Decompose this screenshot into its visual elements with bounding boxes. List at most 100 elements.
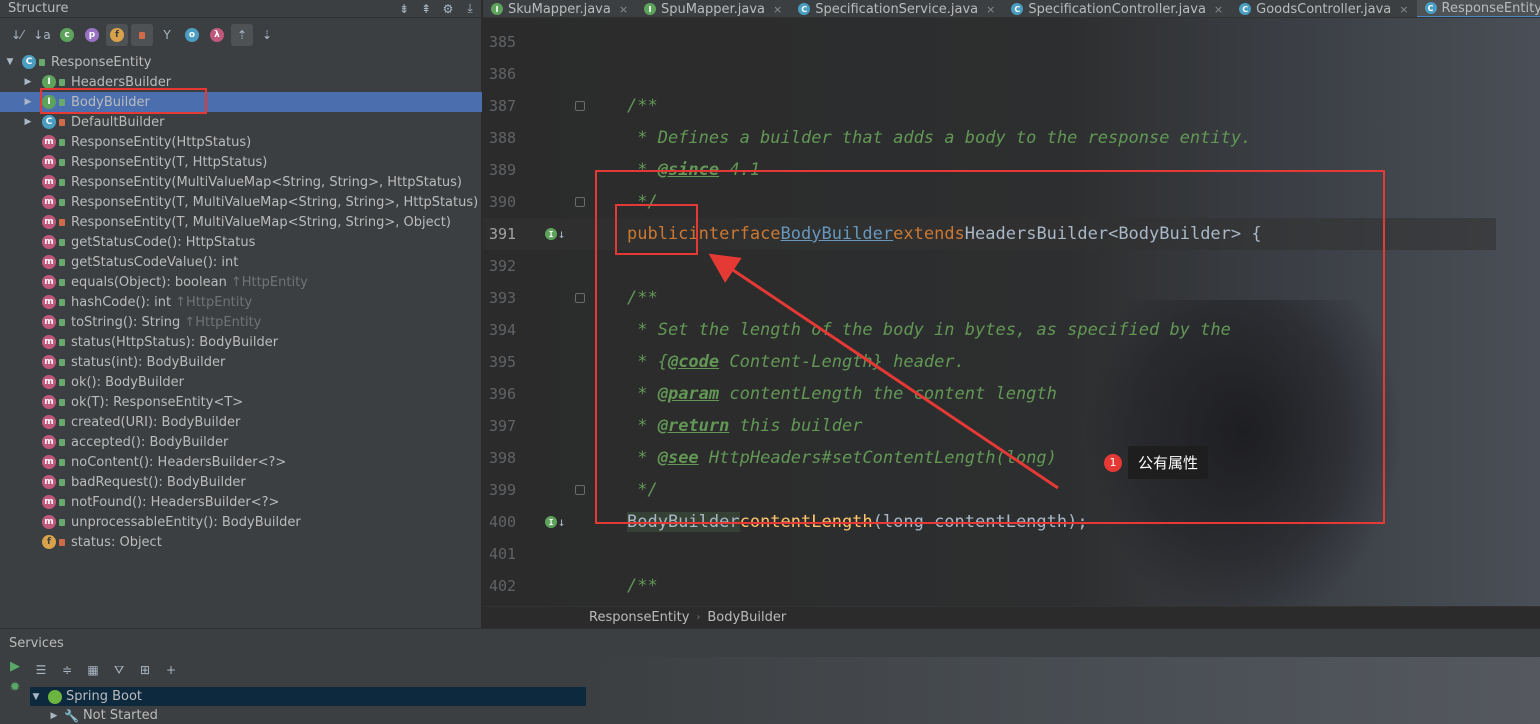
tree-item[interactable]: ▶ I HeadersBuilder [0,72,482,92]
show-non-public-icon[interactable] [131,24,153,46]
tree-item[interactable]: f status: Object [0,532,482,552]
public-icon [59,518,65,526]
group-by-icon[interactable]: ▦ [82,659,104,681]
code-line-400: BodyBuilder contentLength (long contentLe… [627,506,1527,538]
collapse-arrow-icon[interactable]: ▶ [22,117,34,127]
line-number: 387 [483,90,585,122]
tree-item[interactable]: m ResponseEntity(HttpStatus) [0,132,482,152]
close-icon[interactable]: × [986,3,995,16]
tree-item[interactable]: m toString(): String ↑HttpEntity [0,312,482,332]
tree-item[interactable]: m ok(T): ResponseEntity<T> [0,392,482,412]
expand-all-icon[interactable]: ☰ [30,659,52,681]
fold-icon[interactable] [575,101,585,111]
implemented-by-icon[interactable]: I ↓ [545,515,565,529]
tree-item[interactable]: m ResponseEntity(T, HttpStatus) [0,152,482,172]
tree-item[interactable]: m status(int): BodyBuilder [0,352,482,372]
tree-item[interactable]: m notFound(): HeadersBuilder<?> [0,492,482,512]
implemented-by-icon[interactable]: I ↓ [545,227,565,241]
tree-item[interactable]: m equals(Object): boolean ↑HttpEntity [0,272,482,292]
sort-visibility-icon[interactable]: ↓⁄ [6,24,28,46]
class-icon: C [798,3,811,15]
show-lambdas-icon[interactable]: Y [156,24,178,46]
tree-item[interactable]: m ResponseEntity(T, MultiValueMap<String,… [0,192,482,212]
breadcrumb-item-interface[interactable]: BodyBuilder [707,610,786,625]
editor-tab[interactable]: C GoodsController.java × [1231,0,1416,17]
doc-comment: */ [627,192,658,212]
tree-item[interactable]: m getStatusCode(): HttpStatus [0,232,482,252]
filter-icon[interactable]: ⛛ [108,659,130,681]
line-number-text: 387 [489,97,517,115]
line-number: 396 [483,378,583,410]
editor-tab[interactable]: C SpecificationService.java × [790,0,1003,17]
collapse-arrow-icon[interactable]: ▶ [48,711,60,721]
tree-item-label: ok(): BodyBuilder [71,374,184,390]
fold-icon[interactable] [575,293,585,303]
tree-item-label: equals(Object): boolean [71,274,227,290]
editor-tab[interactable]: I SpuMapper.java × [636,0,790,17]
gear-icon[interactable]: ⚙ [437,0,459,18]
tree-item-label: BodyBuilder [71,94,150,110]
hide-icon[interactable]: ⤓ [459,0,481,18]
line-number: 386 [483,58,583,90]
show-fields-icon[interactable]: f [106,24,128,46]
sort-alpha-icon[interactable]: ↓a [31,24,53,46]
new-tab-icon[interactable]: ⊞ [134,659,156,681]
public-icon [59,458,65,466]
editor-tab[interactable]: C SpecificationController.java × [1003,0,1231,17]
tree-item[interactable]: ▶ C DefaultBuilder [0,112,482,132]
doc-tag: @since [657,160,720,180]
doc-comment: /** [627,288,658,308]
lambda-icon[interactable]: λ [206,24,228,46]
close-icon[interactable]: × [1399,3,1408,16]
editor-tab-label: SpecificationService.java [815,1,979,17]
editor-tab-label: SkuMapper.java [508,1,611,17]
add-service-icon[interactable]: + [160,659,182,681]
collapse-arrow-icon[interactable]: ▶ [22,97,34,107]
code-line-387: /** [627,90,1527,122]
code-line-390: */ [627,186,1527,218]
show-properties-icon[interactable]: p [81,24,103,46]
services-title: Services [9,635,64,651]
tree-item[interactable]: m ResponseEntity(T, MultiValueMap<String,… [0,212,482,232]
tree-item[interactable]: m unprocessableEntity(): BodyBuilder [0,512,482,532]
close-icon[interactable]: × [1214,3,1223,16]
show-anonymous-icon[interactable]: o [181,24,203,46]
tree-item[interactable]: m status(HttpStatus): BodyBuilder [0,332,482,352]
interface-name[interactable]: BodyBuilder [781,224,894,244]
annotation-callout: 1 公有属性 [1104,446,1209,479]
interface-icon: I [491,3,503,15]
close-icon[interactable]: × [773,3,782,16]
services-item-spring-boot[interactable]: ▼ Spring Boot [30,687,586,706]
editor-tab[interactable]: CResponseEntity.java× [1416,0,1540,17]
expand-all-icon[interactable]: ⇞ [415,0,437,18]
collapse-arrow-icon[interactable]: ▶ [22,77,34,87]
tree-item[interactable]: m ResponseEntity(MultiValueMap<String, St… [0,172,482,192]
autoscroll-to-source-icon[interactable]: ⇡ [231,24,253,46]
expand-arrow-icon[interactable]: ▼ [4,57,16,67]
method-name[interactable]: contentLength [740,512,873,532]
autoscroll-from-source-icon[interactable]: ⇣ [256,24,278,46]
tree-item[interactable]: m getStatusCodeValue(): int [0,252,482,272]
code-area[interactable]: /** * Defines a builder that adds a body… [583,26,1527,602]
show-inherited-icon[interactable]: c [56,24,78,46]
fold-icon[interactable] [575,197,585,207]
breadcrumb-item-class[interactable]: ResponseEntity [589,610,689,625]
expand-arrow-icon[interactable]: ▼ [30,692,42,702]
tree-item[interactable]: m ok(): BodyBuilder [0,372,482,392]
tree-item[interactable]: m created(URI): BodyBuilder [0,412,482,432]
debug-icon[interactable]: ✹ [10,680,21,695]
tree-root[interactable]: ▼ C ResponseEntity [0,52,482,72]
tree-item[interactable]: ▶ I BodyBuilder [0,92,482,112]
editor-tab[interactable]: I SkuMapper.java × [483,0,636,17]
tree-item[interactable]: m accepted(): BodyBuilder [0,432,482,452]
close-icon[interactable]: × [619,3,628,16]
tree-item[interactable]: m noContent(): HeadersBuilder<?> [0,452,482,472]
collapse-all-icon[interactable]: ≑ [56,659,78,681]
fold-icon[interactable] [575,485,585,495]
run-icon[interactable]: ▶ [10,659,20,674]
collapse-all-icon[interactable]: ⇟ [393,0,415,18]
tree-item[interactable]: m badRequest(): BodyBuilder [0,472,482,492]
services-item-not-started[interactable]: ▶ 🔧 Not Started [30,706,586,724]
tree-item[interactable]: m hashCode(): int ↑HttpEntity [0,292,482,312]
